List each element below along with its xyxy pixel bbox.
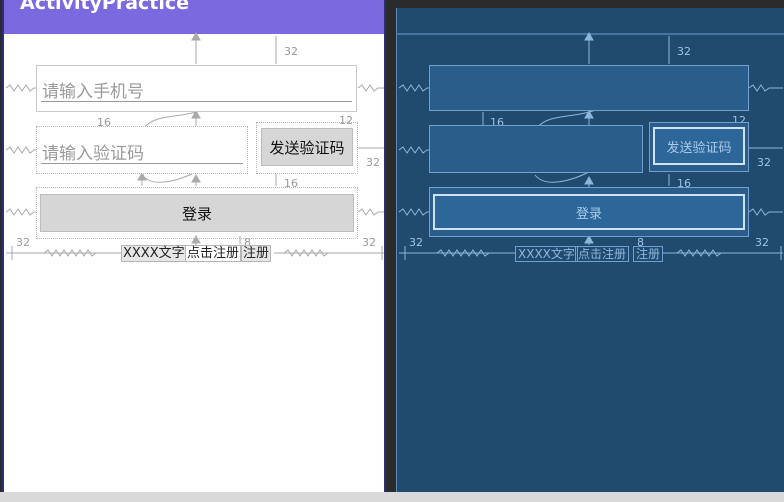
margin-label: 32: [677, 45, 691, 58]
margin-label: 32: [284, 45, 298, 58]
input-underline: [41, 101, 352, 102]
margin-label: 32: [366, 156, 380, 169]
register-link[interactable]: 点击注册: [185, 245, 242, 262]
send-code-frame-outline: 发送验证码: [649, 122, 749, 172]
blueprint-pane: 32 16 12 32 16 32 32 8 发送验证码 登录 XXXX文字 点…: [396, 8, 784, 502]
footer-text-outline: XXXX文字: [515, 246, 578, 262]
login-frame-outline: 登录: [429, 187, 749, 237]
margin-label: 32: [757, 156, 771, 169]
code-input-outline[interactable]: [429, 125, 643, 173]
send-code-button-frame: 发送验证码: [256, 122, 358, 174]
send-code-button-outline[interactable]: 发送验证码: [653, 127, 745, 165]
margin-label: 32: [755, 236, 769, 249]
register-link-2[interactable]: 注册: [241, 245, 272, 262]
input-underline: [41, 163, 243, 164]
phone-input[interactable]: 请输入手机号: [36, 65, 357, 112]
login-button[interactable]: 登录: [40, 194, 354, 232]
login-button-outline[interactable]: 登录: [433, 194, 745, 230]
code-input[interactable]: 请输入验证码: [36, 126, 248, 174]
margin-label: 32: [409, 236, 423, 249]
login-button-frame: 登录: [36, 187, 358, 239]
margin-label: 32: [362, 236, 376, 249]
code-hint: 请输入验证码: [42, 144, 144, 164]
register-link-2-outline[interactable]: 注册: [633, 246, 664, 262]
register-link-outline[interactable]: 点击注册: [575, 246, 630, 262]
footer-text: XXXX文字: [121, 245, 187, 262]
design-preview-pane: ActivityPractice 32 16 12 32 16 32 32 8 …: [2, 0, 386, 502]
phone-hint: 请输入手机号: [42, 82, 144, 102]
bottom-status-strip: [0, 492, 784, 502]
send-code-button[interactable]: 发送验证码: [261, 128, 353, 166]
phone-input-outline[interactable]: [429, 65, 749, 111]
margin-label: 32: [16, 236, 30, 249]
